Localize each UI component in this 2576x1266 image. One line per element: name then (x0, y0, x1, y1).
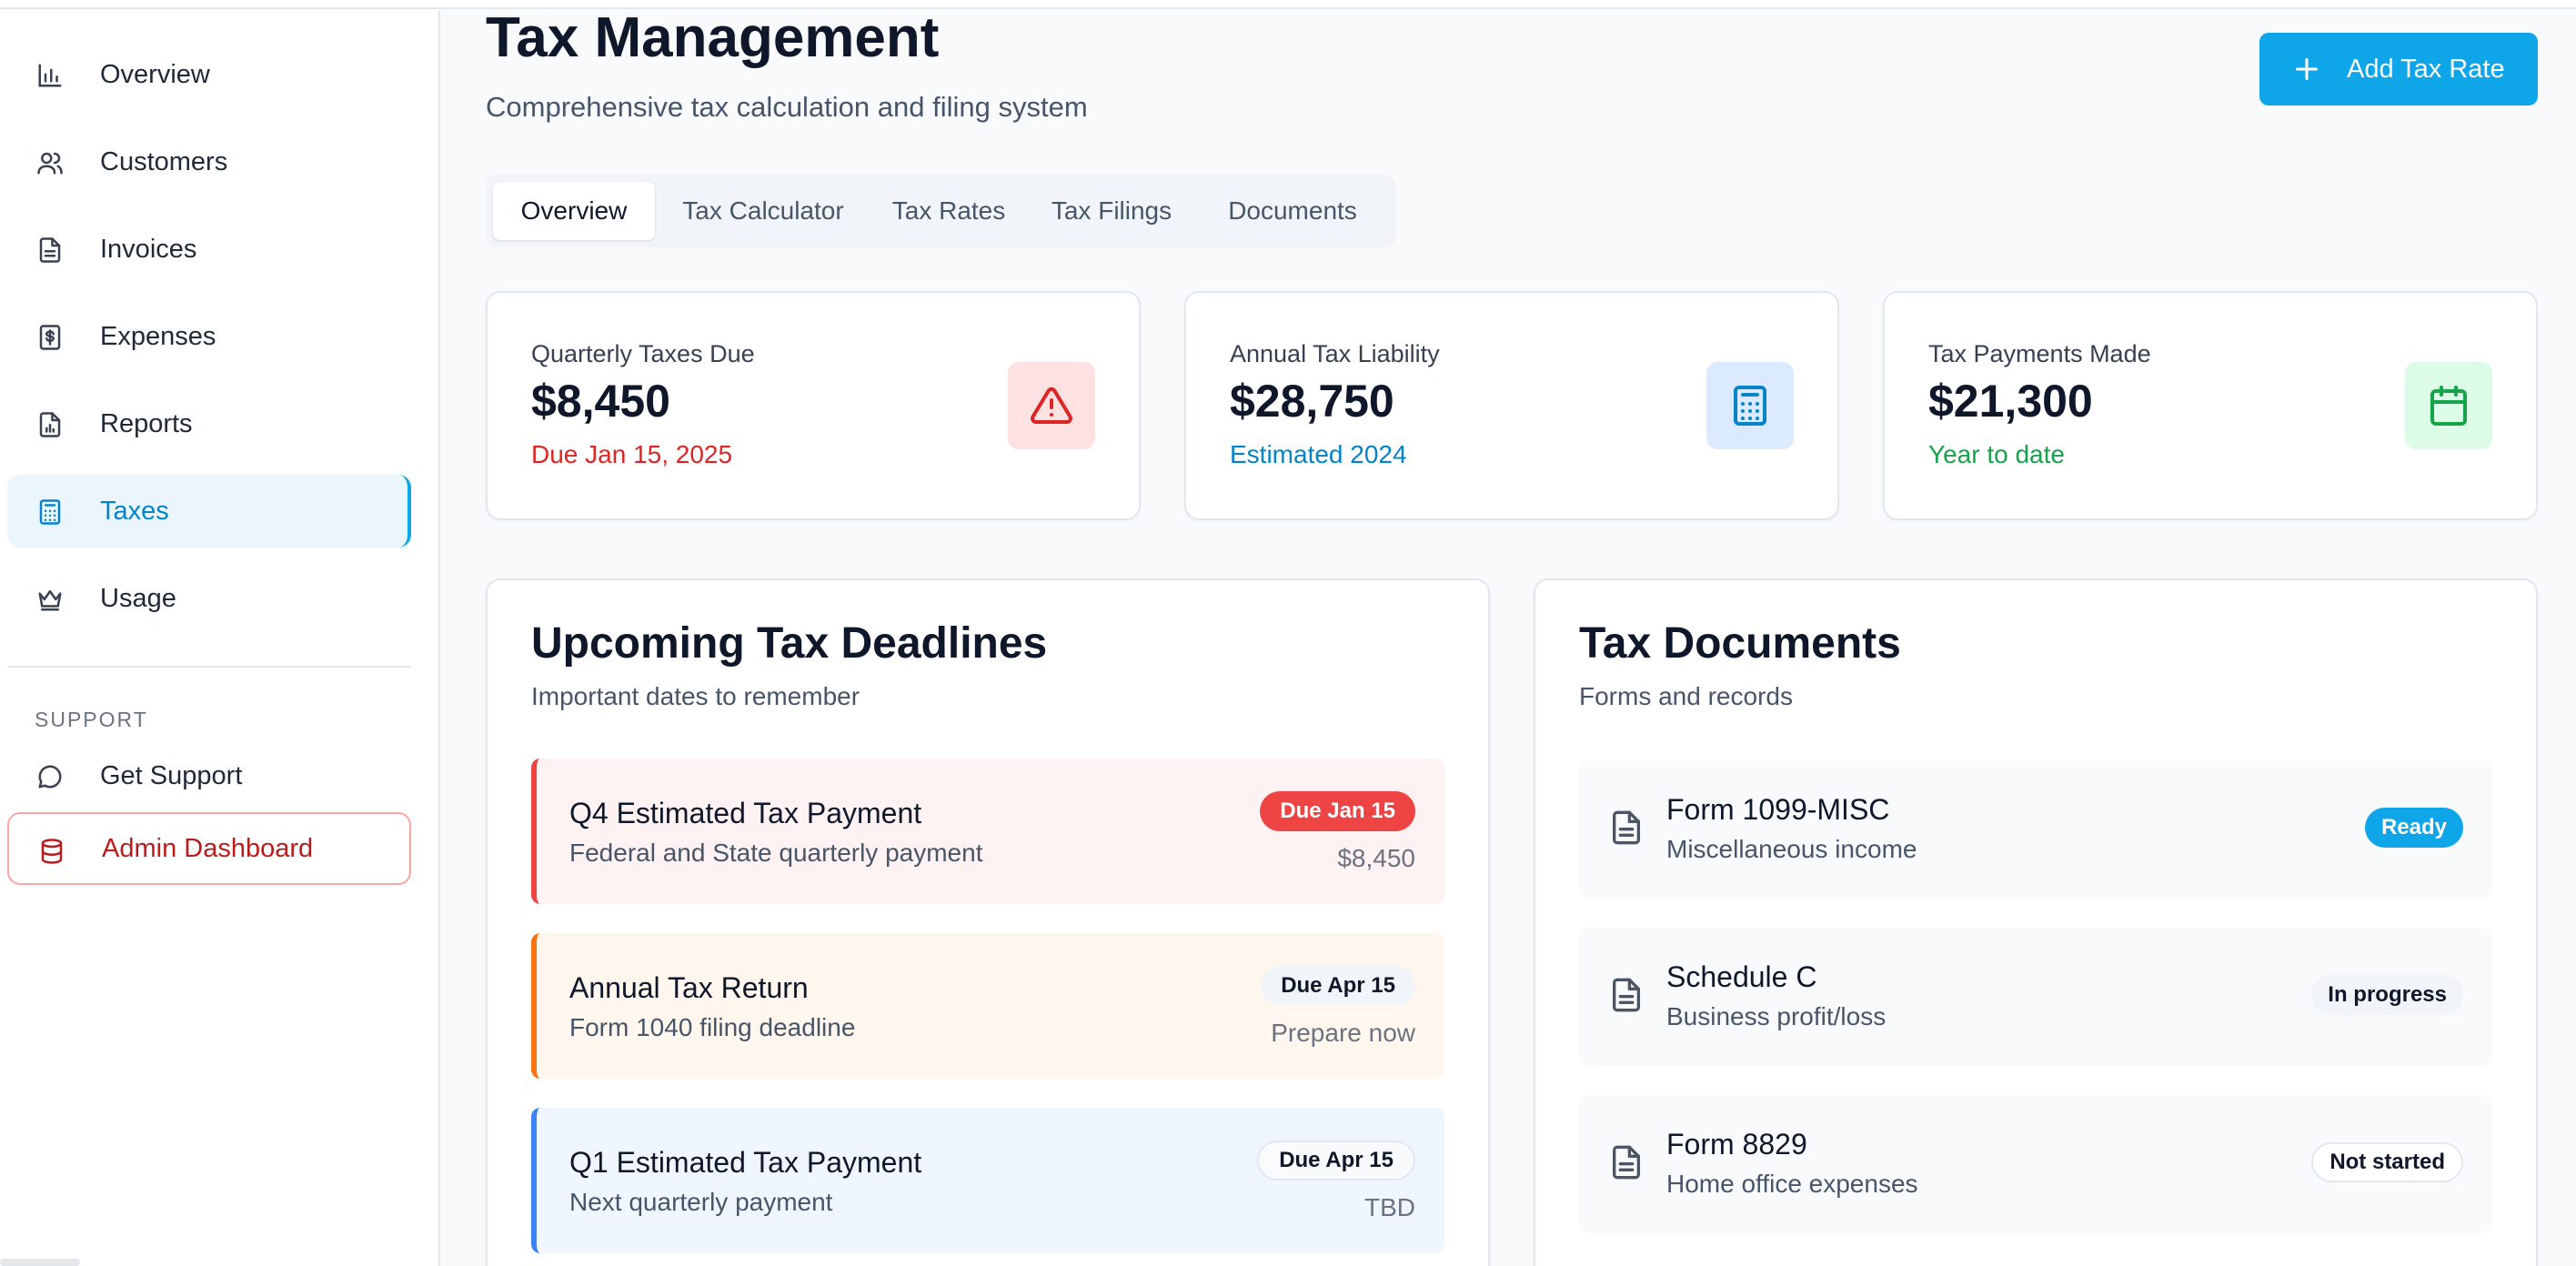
due-badge: Due Jan 15 (1260, 791, 1415, 831)
deadline-title: Annual Tax Return (569, 971, 809, 1004)
sidebar-section-label: SUPPORT (35, 708, 148, 731)
sidebar-item-expenses[interactable]: Expenses (7, 300, 411, 373)
alert-triangle-icon (1008, 362, 1095, 449)
stat-value: $28,750 (1230, 376, 1394, 427)
stat-note: Due Jan 15, 2025 (531, 440, 733, 468)
sidebar-item-admin-dashboard[interactable]: Admin Dashboard (7, 812, 411, 885)
top-border (0, 0, 2576, 9)
sidebar-item-label: Get Support (100, 760, 243, 790)
document-description: Home office expenses (1666, 1170, 1918, 1198)
stat-card-quarterly-taxes: Quarterly Taxes Due $8,450 Due Jan 15, 2… (486, 291, 1141, 520)
sidebar-item-label: Overview (100, 59, 210, 89)
file-text-icon (1608, 975, 1645, 1015)
status-badge: Ready (2364, 808, 2463, 848)
documents-title: Tax Documents (1579, 619, 1901, 668)
stat-note: Year to date (1928, 440, 2065, 468)
file-text-icon (36, 236, 64, 264)
page-subtitle: Comprehensive tax calculation and filing… (486, 91, 1088, 123)
deadline-title: Q1 Estimated Tax Payment (569, 1146, 922, 1179)
message-circle-icon (36, 763, 64, 790)
deadline-description: Form 1040 filing deadline (569, 1013, 856, 1041)
calculator-icon (1706, 362, 1794, 449)
tab-tax-rates[interactable]: Tax Rates (871, 182, 1026, 240)
sidebar: Overview Customers Invoices Expenses Rep… (0, 11, 440, 1266)
tab-tax-filings[interactable]: Tax Filings (1031, 182, 1192, 240)
sidebar-item-label: Reports (100, 408, 193, 438)
file-chart-icon (36, 411, 64, 438)
stat-label: Annual Tax Liability (1230, 340, 1440, 367)
deadline-item-annual-return[interactable]: Annual Tax Return Form 1040 filing deadl… (531, 933, 1444, 1079)
stat-note: Estimated 2024 (1230, 440, 1407, 468)
deadline-title: Q4 Estimated Tax Payment (569, 797, 922, 829)
deadline-amount: $8,450 (1337, 844, 1415, 872)
sidebar-item-usage[interactable]: Usage (7, 562, 411, 635)
calculator-icon (36, 498, 64, 526)
receipt-dollar-icon (36, 324, 64, 351)
documents-subtitle: Forms and records (1579, 682, 1793, 710)
add-tax-rate-button[interactable]: Add Tax Rate (2259, 33, 2538, 106)
database-icon (38, 838, 65, 865)
sidebar-item-label: Usage (100, 583, 176, 613)
deadlines-subtitle: Important dates to remember (531, 682, 860, 710)
tab-overview[interactable]: Overview (493, 182, 655, 240)
deadline-description: Federal and State quarterly payment (569, 839, 983, 867)
deadline-item-q4-payment[interactable]: Q4 Estimated Tax Payment Federal and Sta… (531, 759, 1444, 904)
sidebar-item-overview[interactable]: Overview (7, 38, 411, 111)
users-icon (36, 149, 64, 176)
deadline-item-q1-payment[interactable]: Q1 Estimated Tax Payment Next quarterly … (531, 1108, 1444, 1253)
tab-bar: Overview Tax Calculator Tax Rates Tax Fi… (486, 175, 1395, 247)
status-badge: In progress (2311, 975, 2463, 1015)
page-title: Tax Management (486, 6, 940, 69)
sidebar-divider (7, 666, 411, 668)
deadlines-panel: Upcoming Tax Deadlines Important dates t… (486, 578, 1490, 1266)
calendar-icon (2405, 362, 2492, 449)
due-badge: Due Apr 15 (1257, 1140, 1415, 1181)
due-badge: Due Apr 15 (1261, 966, 1415, 1006)
stat-card-annual-liability: Annual Tax Liability $28,750 Estimated 2… (1184, 291, 1839, 520)
documents-panel: Tax Documents Forms and records Form 109… (1534, 578, 2538, 1266)
tab-tax-calculator[interactable]: Tax Calculator (660, 182, 866, 240)
file-text-icon (1608, 808, 1645, 848)
deadlines-title: Upcoming Tax Deadlines (531, 619, 1048, 668)
document-title: Schedule C (1666, 960, 1817, 993)
stat-card-payments-made: Tax Payments Made $21,300 Year to date (1883, 291, 2538, 520)
crown-icon (36, 586, 64, 613)
tab-documents[interactable]: Documents (1197, 182, 1388, 240)
sidebar-item-label: Customers (100, 146, 228, 176)
status-badge: Not started (2311, 1142, 2463, 1182)
sidebar-item-label: Taxes (100, 496, 169, 526)
sidebar-item-taxes[interactable]: Taxes (7, 475, 411, 548)
horizontal-scrollbar[interactable] (0, 1259, 80, 1266)
document-item-form-8829[interactable]: Form 8829 Home office expenses Not start… (1579, 1095, 2492, 1233)
document-description: Business profit/loss (1666, 1002, 1887, 1030)
bar-chart-icon (36, 62, 64, 89)
document-item-1099-misc[interactable]: Form 1099-MISC Miscellaneous income Read… (1579, 760, 2492, 899)
sidebar-item-label: Invoices (100, 234, 197, 264)
sidebar-item-label: Admin Dashboard (102, 833, 314, 863)
deadline-description: Next quarterly payment (569, 1188, 833, 1216)
document-item-schedule-c[interactable]: Schedule C Business profit/loss In progr… (1579, 928, 2492, 1066)
plus-icon (2290, 53, 2323, 85)
file-text-icon (1608, 1142, 1645, 1182)
stat-label: Quarterly Taxes Due (531, 340, 755, 367)
sidebar-item-get-support[interactable]: Get Support (7, 739, 411, 812)
document-title: Form 1099-MISC (1666, 793, 1890, 826)
stat-label: Tax Payments Made (1928, 340, 2151, 367)
sidebar-item-invoices[interactable]: Invoices (7, 213, 411, 286)
sidebar-item-customers[interactable]: Customers (7, 126, 411, 198)
stat-value: $8,450 (531, 376, 670, 427)
document-description: Miscellaneous income (1666, 835, 1917, 863)
deadline-amount: Prepare now (1271, 1019, 1415, 1047)
deadline-amount: TBD (1364, 1193, 1415, 1221)
stat-value: $21,300 (1928, 376, 2093, 427)
document-title: Form 8829 (1666, 1128, 1807, 1160)
sidebar-item-reports[interactable]: Reports (7, 387, 411, 460)
sidebar-item-label: Expenses (100, 321, 216, 351)
add-tax-rate-label: Add Tax Rate (2347, 54, 2505, 84)
